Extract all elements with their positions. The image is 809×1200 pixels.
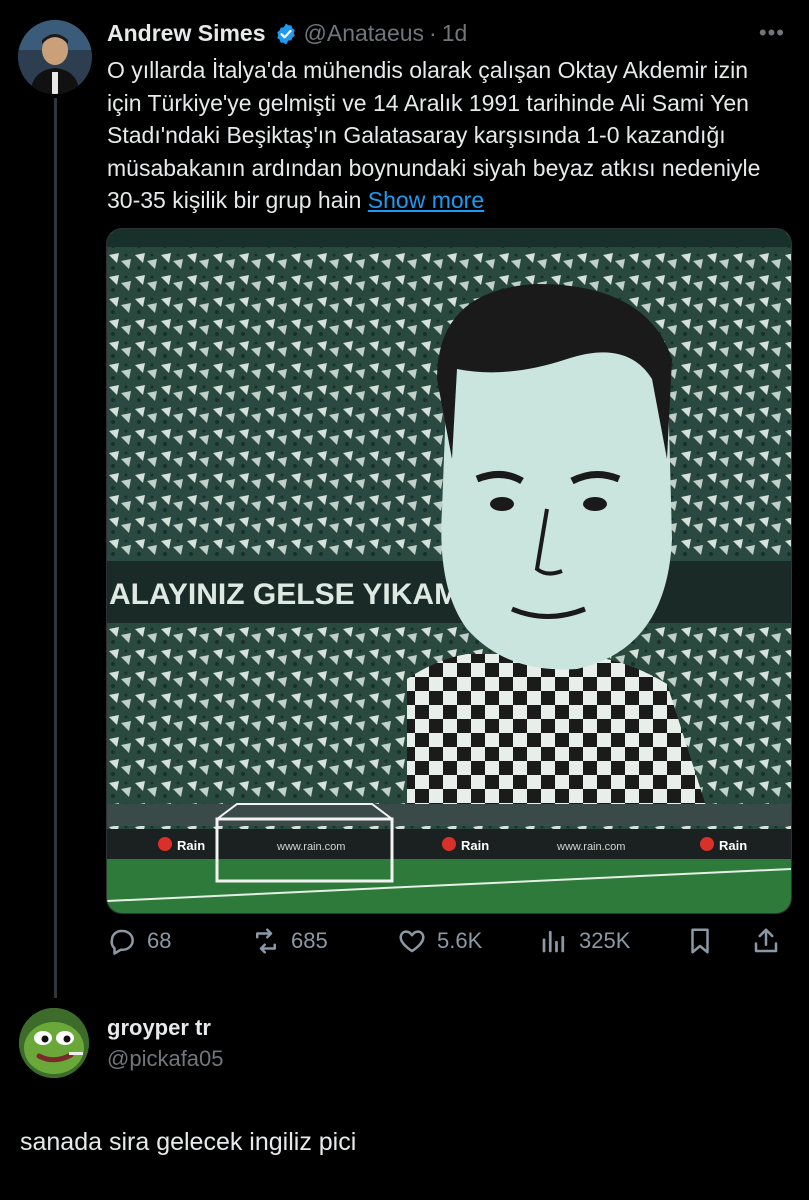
repost-button[interactable]: 685 — [251, 926, 328, 956]
reply-icon — [110, 929, 134, 955]
bookmark-icon — [691, 928, 709, 954]
author-name[interactable]: Andrew Simes — [107, 20, 266, 47]
author-avatar[interactable] — [18, 20, 92, 94]
tweet-header: Andrew Simes @Anataeus · 1d — [107, 20, 467, 47]
separator-dot: · — [429, 20, 437, 46]
thread-connector-line — [54, 98, 57, 998]
reply-button[interactable]: 68 — [107, 926, 171, 956]
ad-brand-1: Rain — [177, 838, 205, 853]
portrait-tifo — [407, 284, 707, 809]
views-button[interactable]: 325K — [539, 926, 630, 956]
like-button[interactable]: 5.6K — [397, 926, 482, 956]
repost-count: 685 — [291, 928, 328, 953]
tweet-actions: 68 685 5.6K 325K — [107, 926, 787, 962]
tweet-time[interactable]: 1d — [442, 20, 468, 47]
reply-author-handle[interactable]: @pickafa05 — [107, 1046, 224, 1072]
more-options-icon[interactable]: ••• — [759, 20, 785, 46]
share-icon — [754, 928, 778, 953]
tweet-body: O yıllarda İtalya'da mühendis olarak çal… — [107, 54, 787, 217]
ad-url-1: www.rain.com — [276, 841, 345, 853]
repost-icon — [256, 928, 276, 954]
like-count: 5.6K — [437, 928, 483, 953]
views-count: 325K — [579, 928, 631, 953]
reply-author-name[interactable]: groyper tr — [107, 1015, 211, 1041]
reply-author-avatar[interactable] — [19, 1008, 89, 1078]
verified-icon — [274, 22, 298, 46]
share-button[interactable] — [751, 926, 791, 956]
bookmark-button[interactable] — [685, 926, 725, 956]
stadium-photo: ALAYINIZ GELSE YIKAMAZ ŞAN Rain www.rain… — [107, 229, 791, 913]
ad-url-2: www.rain.com — [556, 841, 625, 853]
reply-count: 68 — [147, 928, 172, 953]
like-icon — [399, 930, 425, 953]
views-icon — [542, 930, 565, 953]
ad-brand-3: Rain — [719, 838, 747, 853]
ad-brand-2: Rain — [461, 838, 489, 853]
show-more-link[interactable]: Show more — [368, 187, 484, 213]
tweet-media-image[interactable]: ALAYINIZ GELSE YIKAMAZ ŞAN Rain www.rain… — [106, 228, 792, 914]
reply-text: sanada sira gelecek ingiliz pici — [20, 1128, 357, 1156]
author-handle[interactable]: @Anataeus — [304, 20, 425, 47]
